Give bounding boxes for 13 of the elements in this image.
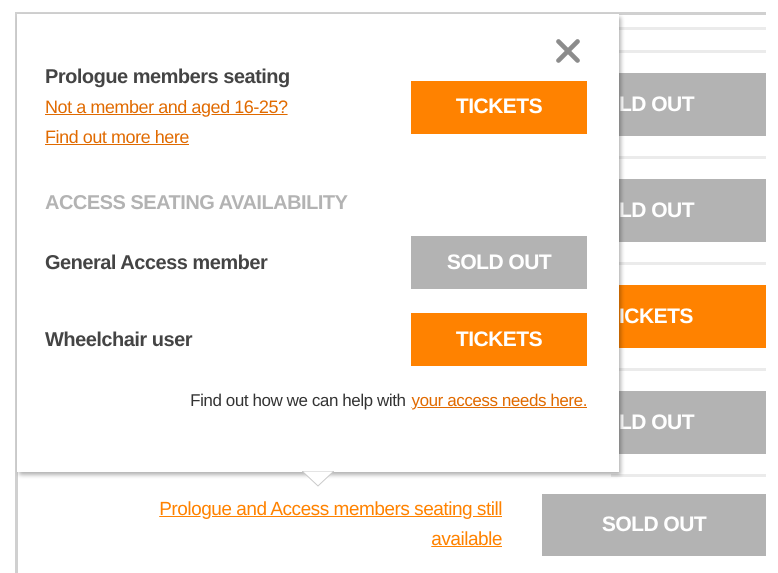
info-link[interactable]: Not a member and aged 16-25?: [45, 92, 288, 122]
tickets-button[interactable]: TICKETS: [411, 80, 587, 134]
sold-out-button[interactable]: SOLD OUT: [542, 494, 766, 556]
availability-link[interactable]: Prologue and Access members seating still available: [142, 495, 502, 555]
tickets-button[interactable]: TICKETS: [411, 313, 587, 366]
section-heading: ACCESS SEATING AVAILABILITY: [45, 191, 348, 216]
info-link[interactable]: Find out more here: [45, 122, 189, 152]
help-text: Find out how we can help with: [190, 390, 406, 412]
seat-type-label: General Access member: [45, 250, 268, 276]
section-title: Prologue members seating: [45, 65, 290, 90]
access-needs-link[interactable]: your access needs here.: [412, 388, 587, 414]
sold-out-button[interactable]: SOLD OUT: [411, 236, 587, 289]
seat-type-label: Wheelchair user: [45, 328, 192, 352]
